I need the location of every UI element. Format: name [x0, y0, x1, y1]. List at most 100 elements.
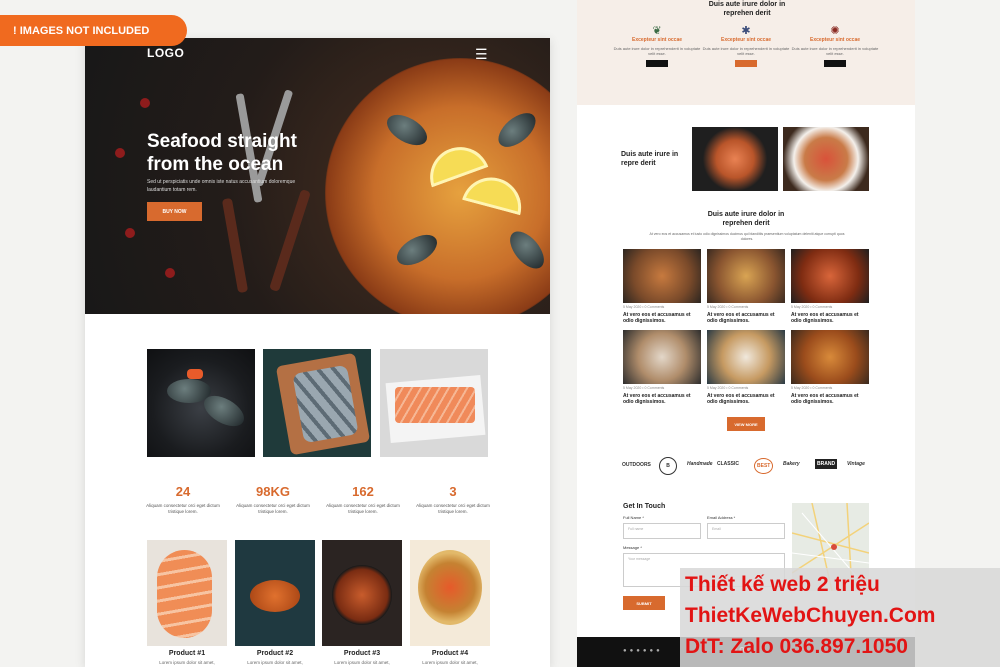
buy-now-button[interactable]: BUY NOW — [147, 202, 202, 221]
feature-item: ✱ Excepteur sint occae Duis aute irure d… — [701, 24, 791, 67]
blog-date: 5 May 2020 • 0 Comments — [707, 305, 749, 309]
hamburger-menu-icon[interactable]: ☰ — [475, 46, 488, 63]
product-image-noodles[interactable] — [410, 540, 490, 646]
fish-icon: ✱ — [741, 25, 751, 37]
product-name[interactable]: Product #4 — [407, 650, 493, 657]
stat-item: 98KG Aliquam consectetur orci eget dictu… — [228, 484, 318, 515]
blog-title[interactable]: At vero eos et accusamus et odio digniss… — [707, 393, 785, 405]
berry-decoration — [125, 228, 135, 238]
blog-title[interactable]: At vero eos et accusamus et odio digniss… — [623, 393, 701, 405]
leaf-icon: ❦ — [652, 25, 662, 37]
brand-logo: B — [659, 457, 677, 475]
product-name[interactable]: Product #3 — [319, 650, 405, 657]
email-field[interactable]: Email — [707, 523, 785, 539]
brand-logo: BRAND — [815, 459, 838, 469]
pasta-dish-photo — [783, 127, 869, 191]
sardines-photo — [263, 349, 371, 457]
blog-date: 5 May 2020 • 0 Comments — [791, 386, 833, 390]
blog-title[interactable]: At vero eos et accusamus et odio digniss… — [707, 312, 785, 324]
stat-value: 98KG — [256, 484, 290, 499]
stat-value: 24 — [175, 484, 191, 499]
promo-line-2: ThietKeWebChuyen.Com — [685, 604, 936, 627]
feature-title: Excepteur sint occae — [809, 37, 861, 43]
berry-decoration — [165, 268, 175, 278]
left-page-mockup: LOGO ☰ Seafood straight from the ocean S… — [85, 38, 550, 667]
brand-logo: BEST — [754, 458, 774, 474]
salmon-dish-photo — [692, 127, 778, 191]
brand-logo: OUTDOORS — [622, 462, 651, 468]
product-desc: Lorem ipsum dolor sit amet, — [159, 660, 215, 665]
feature-item: ❦ Excepteur sint occae Duis aute irure d… — [612, 24, 702, 67]
berry-decoration — [140, 98, 150, 108]
salmon-photo — [380, 349, 488, 457]
product-desc: Lorem ipsum dolor sit amet, — [334, 660, 390, 665]
crab-shape — [250, 580, 300, 612]
blog-date: 5 May 2020 • 0 Comments — [623, 305, 665, 309]
feature-button[interactable] — [824, 60, 846, 67]
mussel-meat — [187, 369, 203, 379]
sardines — [292, 364, 359, 444]
feature-button[interactable] — [735, 60, 757, 67]
blog-date: 5 May 2020 • 0 Comments — [791, 305, 833, 309]
product-desc: Lorem ipsum dolor sit amet, — [422, 660, 478, 665]
paella-image — [325, 58, 550, 314]
contact-heading: Get In Touch — [623, 503, 666, 510]
stat-text: Aliquam consectetur orci eget dictum tri… — [236, 503, 310, 514]
full-name-label: Full Name * — [623, 515, 644, 520]
feature-text: Duis aute irure dolor in reprehenderit i… — [702, 46, 790, 56]
feature-title: Excepteur sint occae — [720, 37, 772, 43]
product-image-crab[interactable] — [235, 540, 315, 646]
product-desc: Lorem ipsum dolor sit amet, — [247, 660, 303, 665]
stat-value: 3 — [449, 484, 457, 499]
promo-line-1: Thiết kế web 2 triệu — [685, 573, 880, 596]
feature-title: Excepteur sint occae — [631, 37, 683, 43]
social-icons[interactable]: ●●●●●● — [623, 648, 663, 654]
product-name[interactable]: Product #2 — [232, 650, 318, 657]
full-name-field[interactable]: Full name — [623, 523, 701, 539]
mussels-photo — [147, 349, 255, 457]
noodle-bowl — [418, 550, 482, 625]
blog-image[interactable] — [791, 249, 869, 303]
fork-handle — [221, 197, 249, 294]
blog-title[interactable]: At vero eos et accusamus et odio digniss… — [791, 312, 869, 324]
feature-text: Duis aute irure dolor in reprehenderit i… — [791, 46, 879, 56]
right-main-content: Duis aute irure in repre derit Duis aute… — [577, 105, 915, 637]
product-image-crabs-bowl[interactable] — [322, 540, 402, 646]
brand-logo: Handmade — [687, 461, 713, 467]
site-logo[interactable]: LOGO — [147, 46, 184, 60]
blog-image[interactable] — [707, 249, 785, 303]
features-section: Duis aute irure dolor in reprehen derit … — [577, 0, 915, 105]
view-more-button[interactable]: VIEW MORE — [727, 417, 765, 431]
hero-title: Seafood straight from the ocean — [147, 131, 297, 175]
message-label: Message * — [623, 545, 642, 550]
knife-handle — [269, 189, 311, 292]
blog-title[interactable]: At vero eos et accusamus et odio digniss… — [791, 393, 869, 405]
blog-image[interactable] — [623, 249, 701, 303]
promo-line-3: DtT: Zalo 036.897.1050 — [685, 635, 908, 658]
salmon-fillet — [395, 387, 475, 423]
brand-logo: Bakery — [783, 461, 800, 467]
submit-button[interactable]: SUBMIT — [623, 596, 665, 610]
stat-value: 162 — [352, 484, 374, 499]
product-name[interactable]: Product #1 — [144, 650, 230, 657]
brand-logo: Vintage — [847, 461, 865, 467]
blog-image[interactable] — [791, 330, 869, 384]
feature-button[interactable] — [646, 60, 668, 67]
email-label: Email Address * — [707, 515, 736, 520]
blog-image[interactable] — [623, 330, 701, 384]
hero-subtitle: Sed ut perspiciatis unde omnis iste natu… — [147, 179, 296, 193]
stat-text: Aliquam consectetur orci eget dictum tri… — [146, 503, 220, 514]
right-page-mockup: Duis aute irure dolor in reprehen derit … — [577, 0, 915, 667]
feature-text: Duis aute irure dolor in reprehenderit i… — [613, 46, 701, 56]
stat-item: 3 Aliquam consectetur orci eget dictum t… — [408, 484, 498, 515]
blog-title[interactable]: At vero eos et accusamus et odio digniss… — [623, 312, 701, 324]
blog-heading: Duis aute irure dolor in reprehen derit — [707, 211, 785, 227]
stat-text: Aliquam consectetur orci eget dictum tri… — [416, 503, 490, 514]
features-heading: Duis aute irure dolor in reprehen derit — [708, 1, 786, 17]
product-image-shrimp[interactable] — [147, 540, 227, 646]
stat-item: 162 Aliquam consectetur orci eget dictum… — [318, 484, 408, 515]
stat-item: 24 Aliquam consectetur orci eget dictum … — [138, 484, 228, 515]
blog-image[interactable] — [707, 330, 785, 384]
blog-intro: At vero eos et accusamus et iusto odio d… — [649, 232, 845, 241]
blog-date: 5 May 2020 • 0 Comments — [707, 386, 749, 390]
